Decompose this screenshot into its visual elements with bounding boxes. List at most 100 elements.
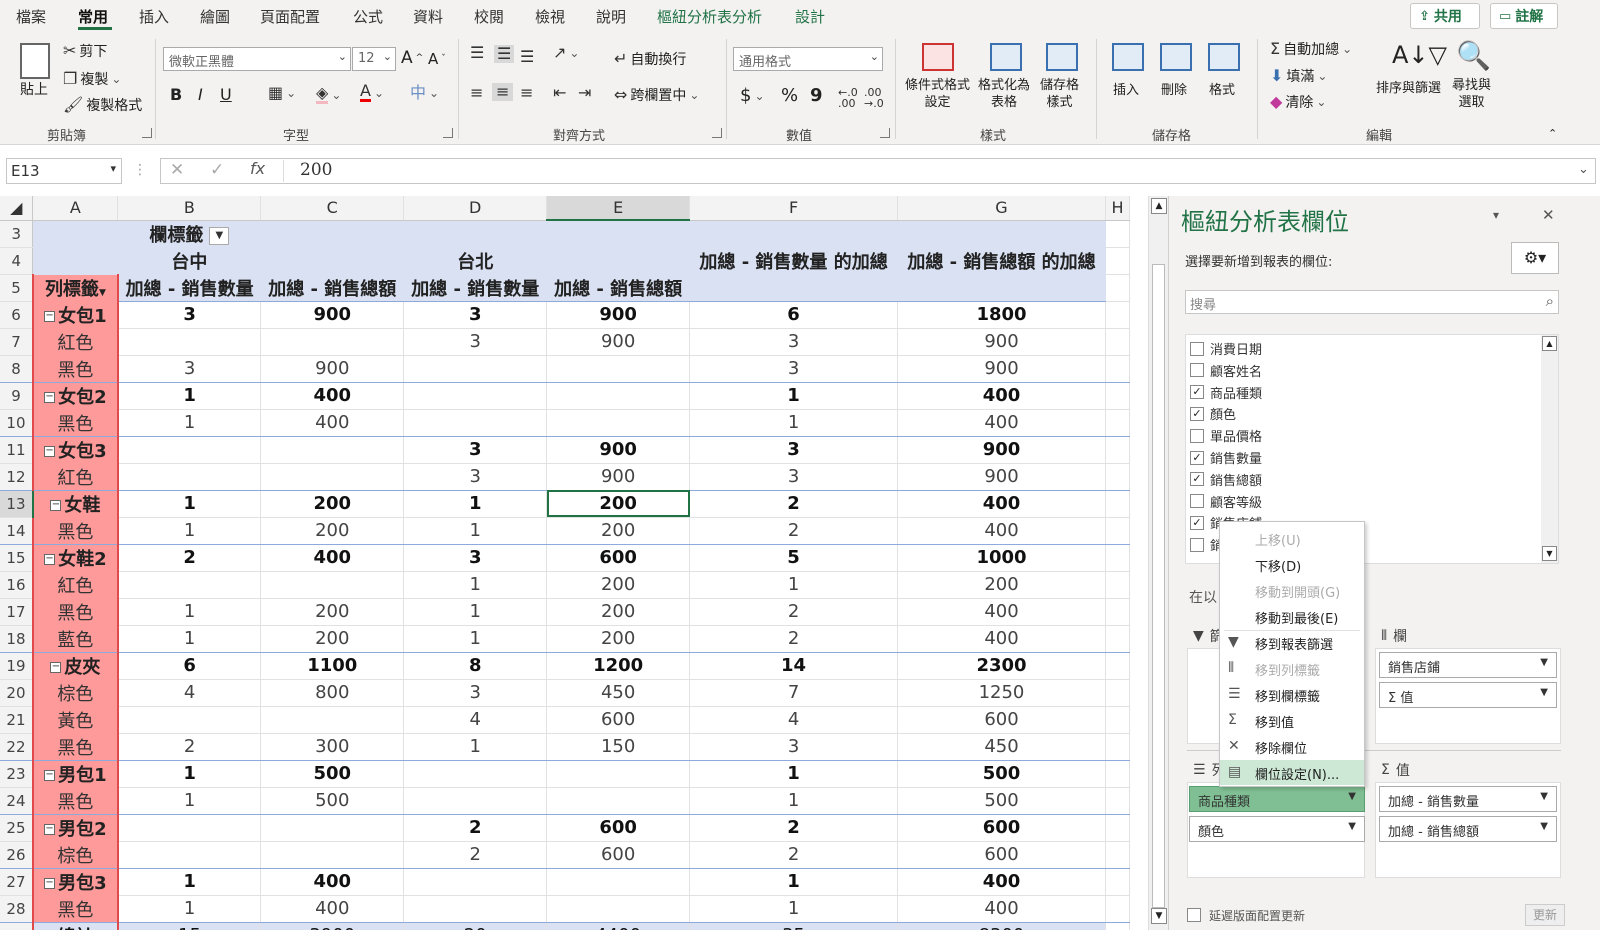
paste-button[interactable]: 貼上	[20, 79, 48, 99]
cell[interactable]	[1105, 355, 1130, 383]
cell[interactable]	[1105, 841, 1130, 869]
pivot-value-cell[interactable]: 1	[117, 517, 262, 545]
pivot-value-cell[interactable]: 3	[403, 436, 548, 464]
align-bottom-button[interactable]: ☰	[520, 49, 534, 65]
grand-total-cell[interactable]: 3900	[260, 922, 405, 930]
collapse-icon[interactable]: −	[44, 311, 56, 322]
col-pill-store[interactable]: 銷售店鋪 ▼	[1379, 652, 1557, 678]
row-group-label[interactable]: − 皮夾	[31, 652, 119, 680]
pivot-value-cell[interactable]: 3	[689, 436, 899, 464]
row-header[interactable]: 14	[0, 517, 34, 545]
selected-cell[interactable]: 200	[546, 490, 691, 518]
pivot-value-cell[interactable]: 3	[117, 301, 262, 329]
checkbox-checked-icon[interactable]: ✓	[1190, 472, 1204, 487]
scroll-up-icon[interactable]: ▲	[1151, 198, 1167, 214]
row-header[interactable]: 27	[0, 868, 34, 896]
collapse-icon[interactable]: −	[50, 662, 62, 673]
merge-center-button[interactable]: ⇔ 跨欄置中 ⌄	[614, 85, 699, 105]
pivot-value-cell[interactable]	[117, 814, 262, 842]
checkbox-icon[interactable]	[1190, 341, 1204, 356]
pivot-value-cell[interactable]: 450	[546, 679, 691, 707]
field-item[interactable]: 顧客姓名	[1190, 361, 1262, 380]
tab-home[interactable]: 常用	[78, 6, 108, 27]
pivot-value-cell[interactable]	[546, 409, 691, 437]
pivot-value-cell[interactable]: 500	[897, 760, 1106, 788]
pivot-value-cell[interactable]: 3	[403, 544, 548, 572]
pivot-value-cell[interactable]: 900	[897, 355, 1106, 383]
conditional-format-button[interactable]: 條件式格式 設定	[905, 77, 970, 111]
collapse-icon[interactable]: −	[44, 878, 56, 889]
pivot-value-cell[interactable]: 2	[689, 490, 899, 518]
fill-color-button[interactable]: ◈ ⌄	[316, 85, 341, 104]
row-header[interactable]: 10	[0, 409, 34, 437]
pivot-value-cell[interactable]: 1	[403, 490, 548, 518]
currency-button[interactable]: $ ⌄	[740, 85, 765, 106]
pivot-value-cell[interactable]: 200	[546, 571, 691, 599]
grow-font-button[interactable]: A ^	[401, 48, 423, 68]
pivot-value-cell[interactable]	[403, 868, 548, 896]
pivot-value-cell[interactable]: 1	[403, 733, 548, 761]
insert-cells-button[interactable]: 插入	[1113, 79, 1139, 98]
tab-data[interactable]: 資料	[413, 6, 443, 27]
pivot-value-cell[interactable]	[117, 841, 262, 869]
cell[interactable]	[1105, 301, 1130, 329]
tab-formulas[interactable]: 公式	[353, 6, 383, 27]
pivot-value-cell[interactable]: 1	[689, 895, 899, 923]
pivot-value-cell[interactable]: 600	[546, 841, 691, 869]
cell[interactable]	[1105, 625, 1130, 653]
row-header[interactable]: 29	[0, 922, 34, 930]
pivot-value-cell[interactable]	[546, 787, 691, 815]
pivot-value-cell[interactable]: 800	[260, 679, 405, 707]
menu-item[interactable]: 下移(D)	[1220, 552, 1364, 577]
row-header[interactable]: 21	[0, 706, 34, 734]
row-header[interactable]: 24	[0, 787, 34, 815]
pivot-value-cell[interactable]	[260, 328, 405, 356]
pivot-value-cell[interactable]: 6	[117, 652, 262, 680]
row-group-label[interactable]: − 女包1	[31, 301, 119, 329]
sort-filter-button[interactable]: 排序與篩選	[1376, 77, 1441, 96]
field-item[interactable]: ✓ 商品種類	[1190, 383, 1262, 402]
cell[interactable]	[546, 247, 691, 275]
pivot-value-cell[interactable]: 2	[689, 598, 899, 626]
row-item-label[interactable]: 黃色	[31, 706, 119, 734]
pivot-value-cell[interactable]: 1	[117, 382, 262, 410]
pivot-value-cell[interactable]: 1000	[897, 544, 1106, 572]
column-header[interactable]: C	[260, 196, 405, 221]
font-size-select[interactable]: 12 ⌄	[352, 47, 396, 71]
pivot-value-cell[interactable]: 400	[897, 598, 1106, 626]
borders-button[interactable]: ▦ ⌄	[268, 85, 296, 101]
pivot-value-cell[interactable]: 600	[546, 544, 691, 572]
pivot-value-cell[interactable]: 3	[403, 679, 548, 707]
collapse-ribbon-icon[interactable]: ⌃	[1548, 127, 1557, 140]
pivot-value-cell[interactable]: 7	[689, 679, 899, 707]
cell[interactable]	[897, 220, 1106, 248]
grand-total-cell[interactable]: 35	[689, 922, 899, 930]
cell[interactable]	[897, 274, 1106, 302]
menu-item[interactable]: ☰ 移到欄標籤	[1220, 682, 1364, 707]
pane-options-icon[interactable]: ▾	[1493, 208, 1499, 222]
pivot-value-cell[interactable]: 900	[546, 328, 691, 356]
taichung-qty-header[interactable]: 加總 - 銷售數量	[117, 274, 262, 302]
tab-draw[interactable]: 繪圖	[200, 6, 230, 27]
pivot-value-cell[interactable]	[403, 409, 548, 437]
column-header[interactable]: B	[117, 196, 262, 221]
row-item-label[interactable]: 黑色	[31, 517, 119, 545]
pivot-value-cell[interactable]: 200	[546, 517, 691, 545]
pivot-value-cell[interactable]: 400	[897, 382, 1106, 410]
pivot-value-cell[interactable]: 3	[403, 328, 548, 356]
pivot-value-cell[interactable]: 3	[403, 301, 548, 329]
row-pill-category[interactable]: 商品種類 ▼	[1189, 786, 1365, 812]
pivot-value-cell[interactable]: 900	[260, 355, 405, 383]
menu-item[interactable]: ✕ 移除欄位	[1220, 734, 1364, 759]
scroll-down-icon[interactable]: ▼	[1542, 546, 1557, 561]
cell[interactable]	[1105, 598, 1130, 626]
pivot-value-cell[interactable]	[546, 382, 691, 410]
row-labels-header-cell[interactable]: 列標籤▼	[31, 274, 119, 302]
pivot-value-cell[interactable]	[546, 760, 691, 788]
font-family-select[interactable]: 微軟正黑體 ⌄	[163, 47, 351, 71]
tab-view[interactable]: 檢視	[535, 6, 565, 27]
tab-review[interactable]: 校閱	[474, 6, 504, 27]
insert-function-icon[interactable]: fx	[250, 159, 265, 178]
pivot-value-cell[interactable]: 600	[897, 814, 1106, 842]
row-group-label[interactable]: − 女包2	[31, 382, 119, 410]
